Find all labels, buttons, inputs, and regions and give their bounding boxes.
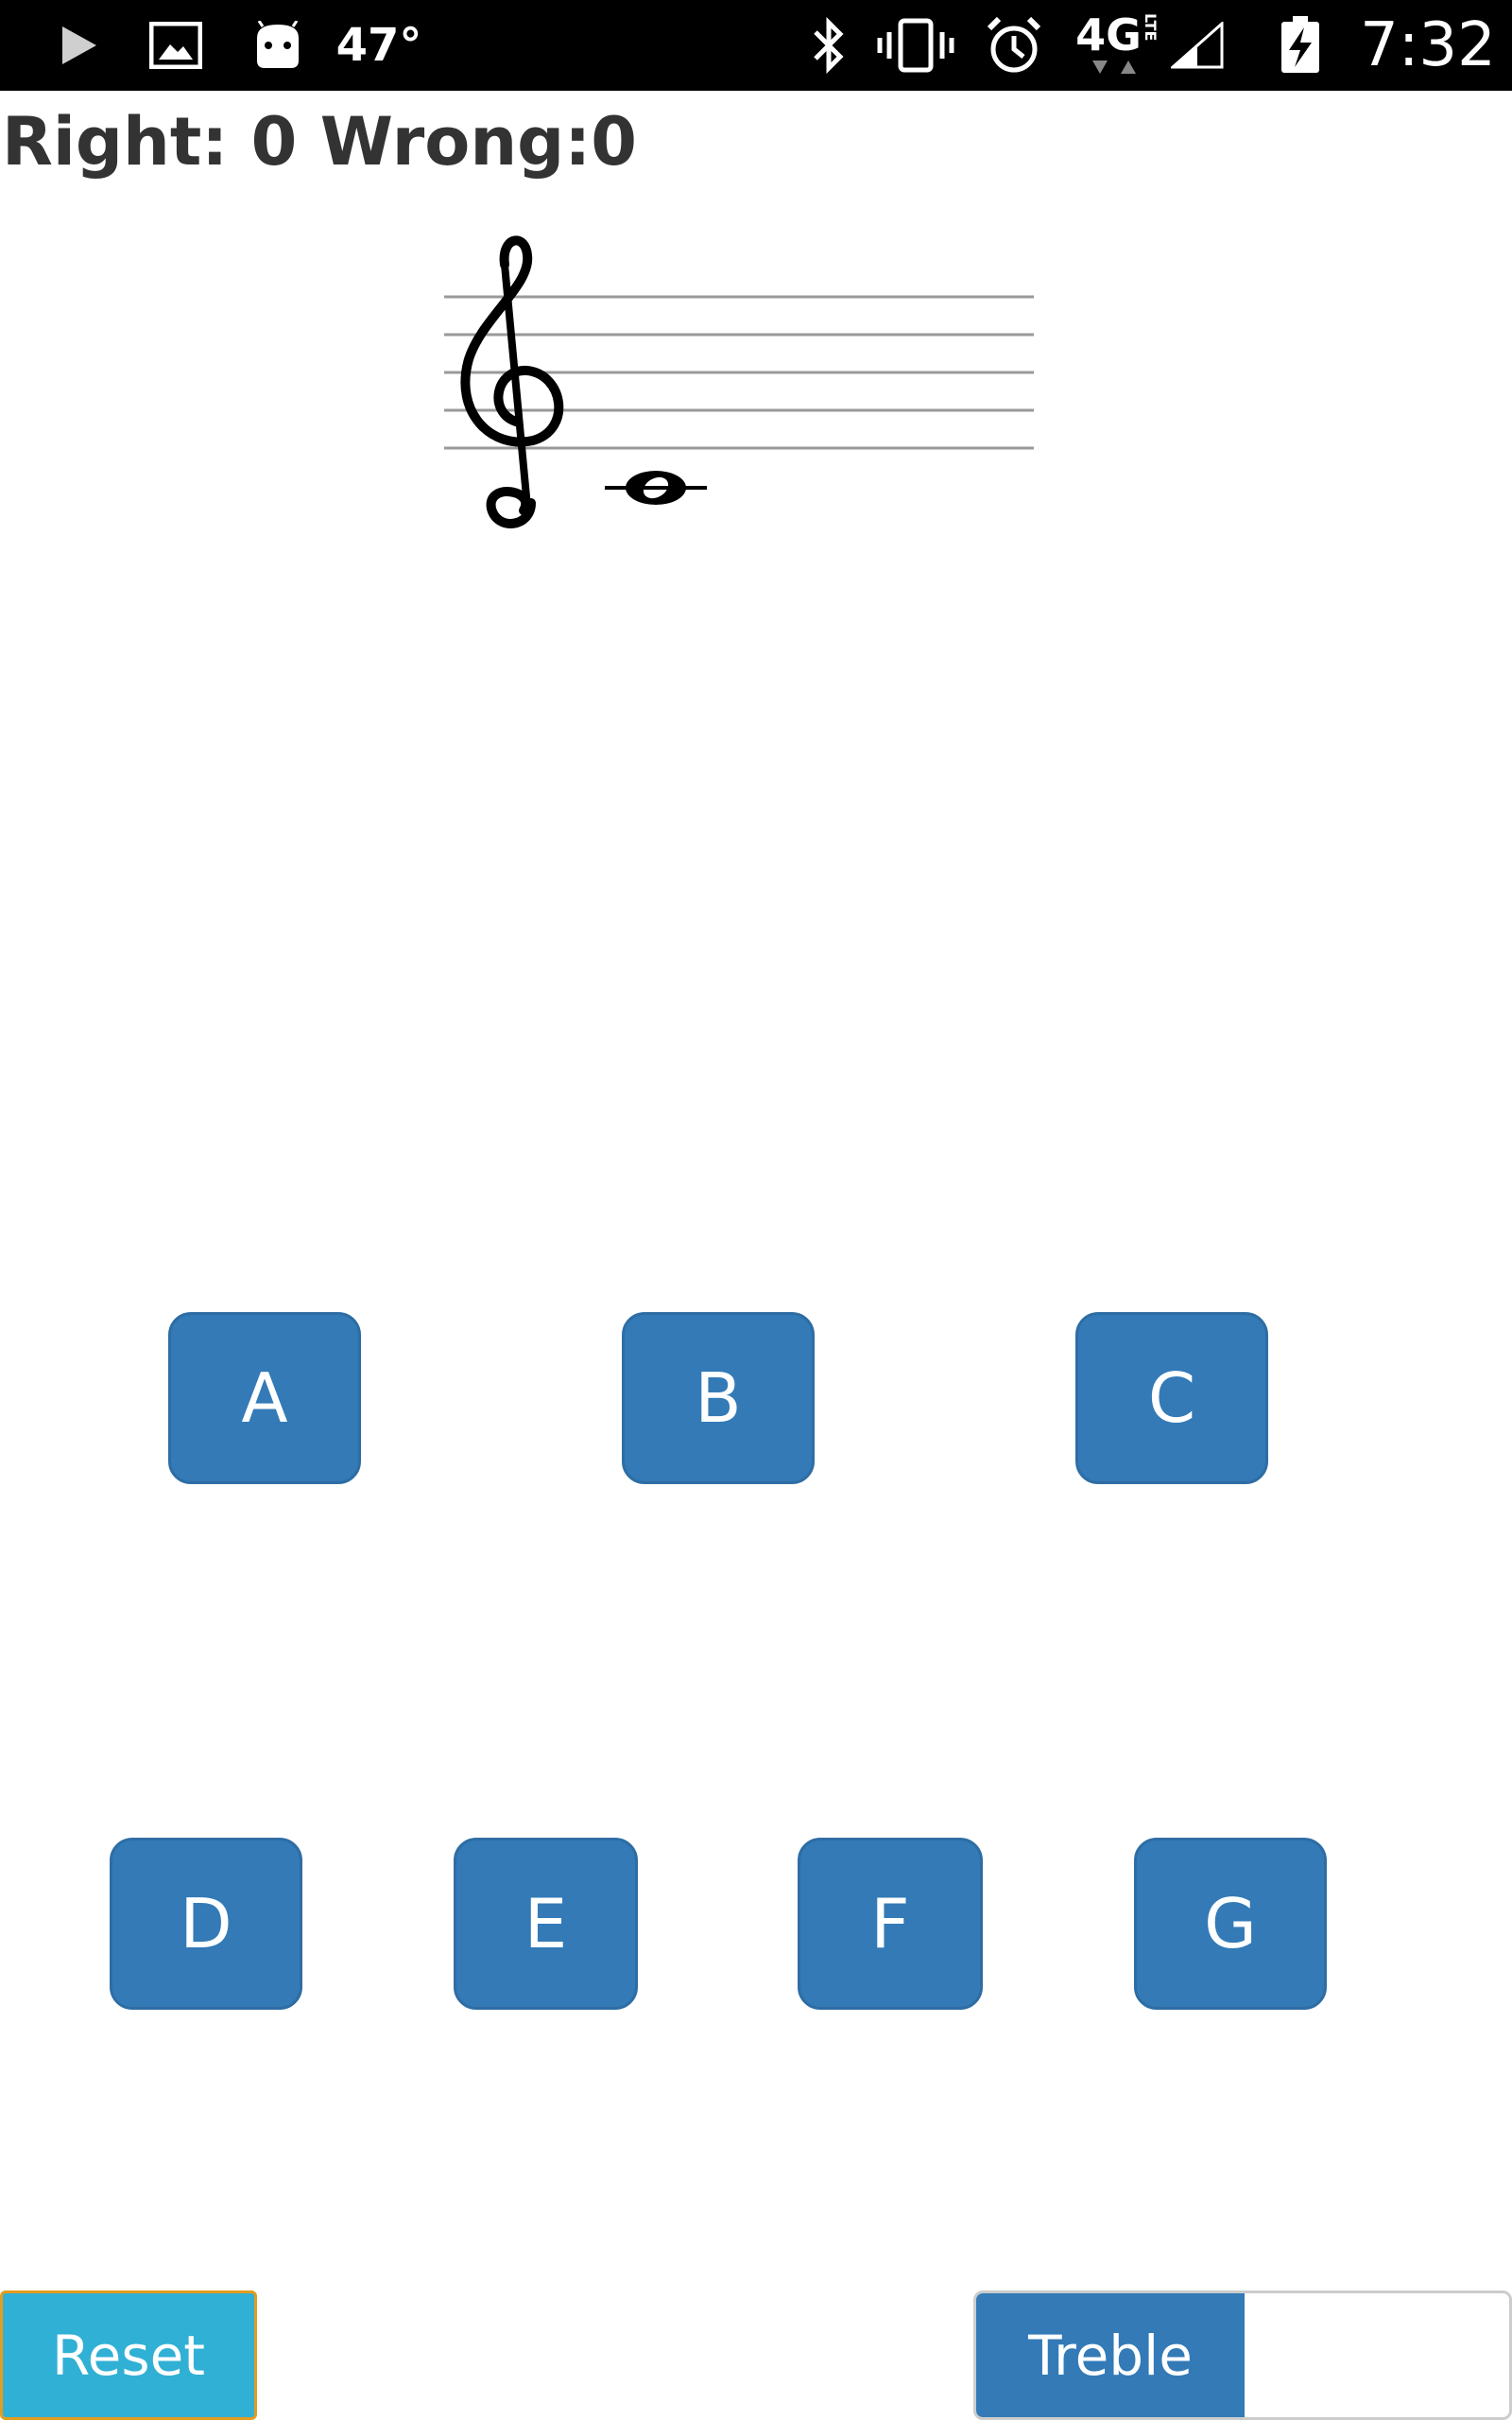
middle-c-note — [605, 471, 707, 505]
clef-toggle-handle[interactable] — [1245, 2293, 1509, 2417]
network-lte-text: LTE — [1141, 13, 1160, 42]
play-store-icon — [49, 0, 106, 91]
clock-text: 7:32 — [1360, 10, 1496, 80]
note-button-f[interactable]: F — [798, 1838, 983, 2010]
treble-clef-icon — [460, 235, 564, 528]
temperature-text: 47° — [335, 19, 422, 72]
clef-toggle-label: Treble — [976, 2293, 1245, 2417]
status-bar: 47° 4G LTE 7:32 — [0, 0, 1512, 91]
bluetooth-icon — [805, 0, 852, 91]
note-button-e[interactable]: E — [454, 1838, 638, 2010]
gallery-icon — [147, 0, 204, 91]
note-button-d[interactable]: D — [110, 1838, 302, 2010]
score-text: Right: 0 Wrong:0 — [2, 103, 637, 181]
data-arrows-icon — [1092, 60, 1136, 74]
note-button-a[interactable]: A — [168, 1312, 361, 1484]
vibrate-icon — [875, 0, 956, 91]
android-icon — [248, 0, 308, 91]
battery-charging-icon — [1274, 0, 1327, 91]
note-button-b[interactable]: B — [622, 1312, 815, 1484]
alarm-icon — [981, 0, 1047, 91]
clef-toggle[interactable]: Treble — [973, 2290, 1512, 2420]
reset-button[interactable]: Reset — [0, 2290, 257, 2420]
note-button-c[interactable]: C — [1075, 1312, 1268, 1484]
network-type-text: 4G — [1075, 9, 1142, 60]
signal-icon — [1168, 0, 1227, 91]
music-staff — [444, 227, 1034, 529]
note-button-g[interactable]: G — [1134, 1838, 1327, 2010]
